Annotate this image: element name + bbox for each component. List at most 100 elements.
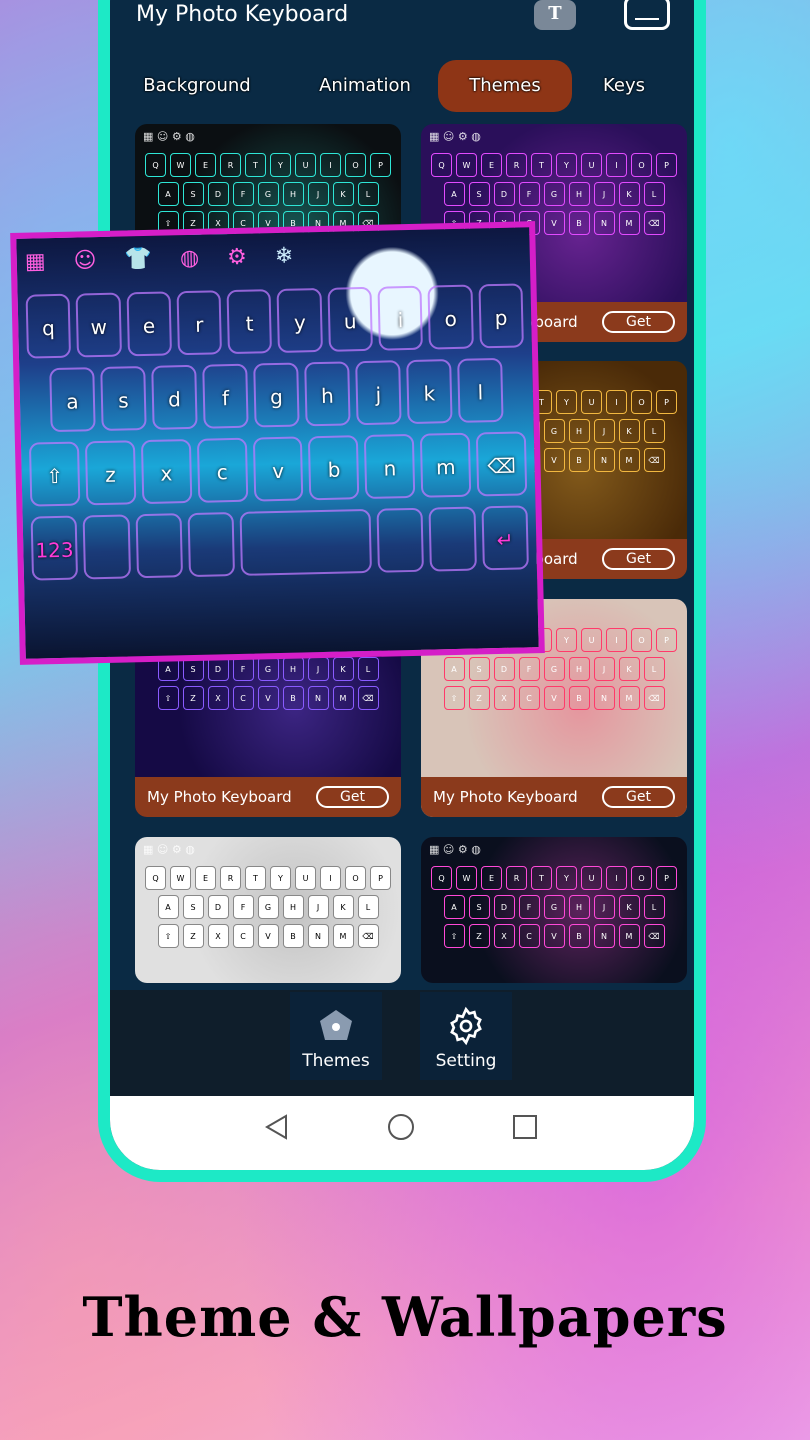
get-button[interactable]: Get	[602, 548, 675, 570]
key[interactable]: z	[84, 440, 137, 506]
key[interactable]: m	[420, 432, 472, 498]
key[interactable]: ↵	[481, 505, 529, 571]
key: A	[443, 895, 465, 919]
key[interactable]: v	[252, 436, 304, 502]
key: Y	[556, 153, 577, 177]
theme-card[interactable]: ▦ ☺ ⚙ ◍ QWERTYUIOP ASDFGHJKL ⇧ZXCVBNM⌫	[421, 837, 687, 983]
key[interactable]: d	[151, 364, 198, 430]
key: V	[257, 924, 279, 948]
key[interactable]	[239, 508, 373, 576]
key: V	[543, 686, 565, 710]
key: F	[232, 895, 254, 919]
key: P	[656, 153, 677, 177]
key[interactable]	[428, 506, 477, 572]
key: Z	[182, 924, 204, 948]
get-button[interactable]: Get	[316, 786, 389, 808]
window-icon[interactable]	[624, 0, 670, 30]
key[interactable]	[187, 512, 236, 578]
key: L	[357, 895, 379, 919]
key: X	[207, 924, 229, 948]
key: E	[481, 866, 502, 890]
key: D	[207, 895, 229, 919]
key: J	[307, 182, 329, 206]
key: M	[618, 924, 640, 948]
key[interactable]: 123	[30, 515, 79, 581]
key[interactable]: ⌫	[475, 431, 528, 497]
font-size-icon[interactable]: T	[534, 0, 576, 30]
featured-theme-preview[interactable]: ▦ ☺ 👕 ◍ ⚙ ❄ q w e r t y u i o p a s d f g h j k l ⇧ z x c v b n m ⌫ 123 ↵	[10, 221, 545, 665]
key: U	[581, 628, 602, 652]
key[interactable]: w	[75, 292, 122, 358]
key: C	[232, 686, 254, 710]
key-row: ⇧ZXCVBNM⌫	[143, 924, 393, 948]
tab-background[interactable]: Background	[122, 60, 272, 112]
key[interactable]: j	[355, 360, 402, 426]
key: N	[307, 686, 329, 710]
key: A	[443, 182, 465, 206]
key: N	[593, 686, 615, 710]
key[interactable]: l	[457, 357, 504, 423]
key[interactable]: x	[140, 438, 193, 505]
key: E	[195, 866, 216, 890]
key: F	[232, 657, 254, 681]
key: Q	[145, 866, 166, 890]
key: N	[593, 924, 615, 948]
get-button[interactable]: Get	[602, 786, 675, 808]
key: O	[631, 866, 652, 890]
key: ⇧	[443, 686, 465, 710]
key[interactable]	[135, 513, 183, 579]
key-row: QWERTYUIOP	[429, 866, 679, 890]
key-row: ASDFGHJKL	[143, 182, 393, 206]
key[interactable]: n	[364, 433, 416, 500]
key-row: asdfghjkl	[19, 357, 533, 433]
back-icon[interactable]	[262, 1112, 292, 1142]
key: H	[282, 182, 304, 206]
key[interactable]: f	[202, 363, 249, 429]
card-footer: My Photo Keyboard Get	[135, 777, 401, 817]
key: P	[370, 866, 391, 890]
key: ⌫	[643, 686, 665, 710]
nav-setting[interactable]: Setting	[420, 992, 512, 1080]
key: O	[631, 390, 652, 414]
tab-keys[interactable]: Keys	[584, 60, 664, 112]
key[interactable]: q	[25, 293, 72, 359]
tab-themes[interactable]: Themes	[438, 60, 572, 112]
key[interactable]: p	[478, 283, 524, 349]
key[interactable]: y	[276, 287, 323, 353]
key: H	[568, 419, 590, 443]
key[interactable]: r	[176, 290, 223, 356]
key: H	[282, 895, 304, 919]
key[interactable]: ⇧	[28, 441, 81, 507]
key[interactable]: h	[304, 361, 351, 427]
key[interactable]: o	[427, 284, 474, 350]
key[interactable]: e	[126, 291, 172, 357]
key: K	[618, 182, 640, 206]
key: V	[543, 448, 565, 472]
nav-themes[interactable]: Themes	[290, 992, 382, 1080]
key-row: QWERTYUIOP	[143, 866, 393, 890]
tab-animation[interactable]: Animation	[300, 60, 430, 112]
key[interactable]: g	[253, 362, 300, 428]
key[interactable]: t	[226, 289, 273, 355]
key[interactable]	[82, 514, 131, 580]
key: I	[606, 866, 627, 890]
key[interactable]: k	[406, 359, 453, 425]
key[interactable]: s	[100, 365, 147, 431]
key[interactable]: i	[377, 285, 424, 351]
recents-icon[interactable]	[510, 1112, 540, 1142]
key: R	[506, 866, 527, 890]
key[interactable]: c	[196, 437, 248, 503]
key[interactable]	[376, 507, 425, 573]
theme-card[interactable]: ▦ ☺ ⚙ ◍ QWERTYUIOP ASDFGHJKL ⇧ZXCVBNM⌫	[135, 837, 401, 983]
get-button[interactable]: Get	[602, 311, 675, 333]
key: E	[195, 153, 216, 177]
key: B	[282, 686, 304, 710]
shirt-icon: 👕	[124, 246, 153, 272]
key: X	[493, 686, 515, 710]
home-icon[interactable]	[386, 1112, 416, 1142]
key: T	[245, 866, 266, 890]
key[interactable]: b	[308, 435, 360, 501]
key[interactable]: a	[49, 367, 96, 433]
key[interactable]: u	[327, 286, 374, 352]
key: Q	[431, 866, 452, 890]
